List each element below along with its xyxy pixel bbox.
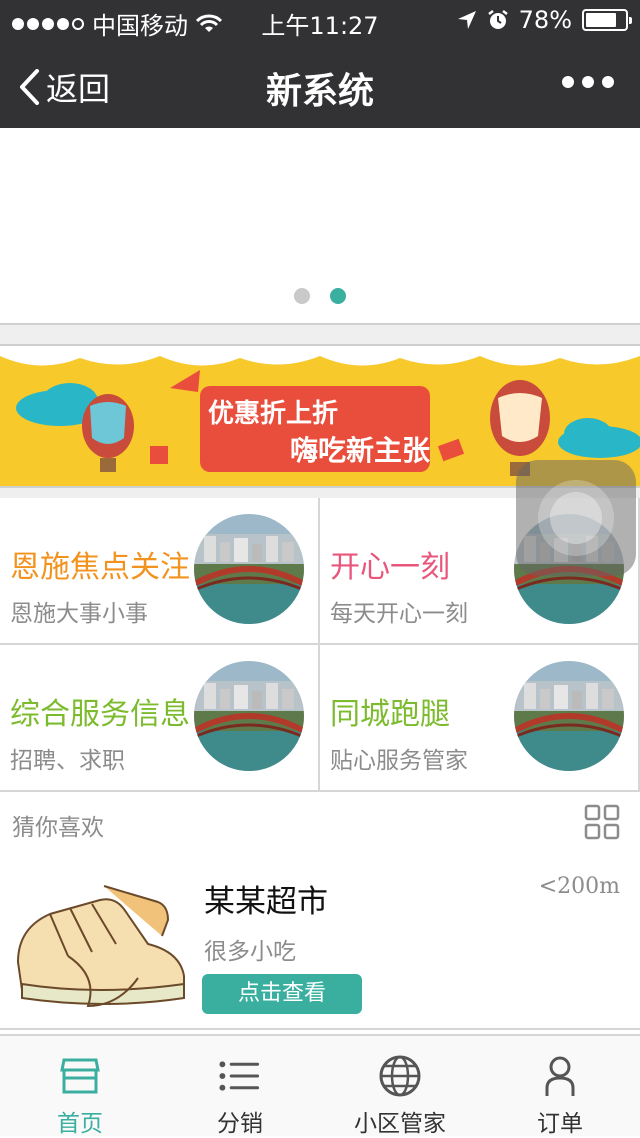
- page-title: 新系统: [265, 71, 374, 112]
- status-right: 78%: [457, 6, 632, 34]
- item-name: 某某超市: [204, 884, 328, 920]
- divider: [0, 323, 640, 346]
- status-bar: 中国移动 上午11:27 78%: [0, 0, 640, 40]
- item-description: 很多小吃: [204, 939, 296, 965]
- category-title: 开心一刻: [330, 550, 450, 585]
- nav-bar: 返回 新系统: [0, 40, 640, 128]
- battery-icon: [582, 9, 632, 31]
- banner-text-1: 优惠折上折: [208, 399, 338, 429]
- list-icon: [218, 1054, 262, 1098]
- tab-2[interactable]: 小区管家: [320, 1036, 480, 1138]
- category-thumbnail: [194, 514, 304, 624]
- category-subtitle: 贴心服务管家: [330, 748, 468, 774]
- tab-label: 首页: [57, 1111, 103, 1137]
- grid-view-icon[interactable]: [584, 804, 620, 840]
- category-card-0[interactable]: 恩施焦点关注恩施大事小事: [0, 498, 320, 645]
- user-icon: [538, 1054, 582, 1098]
- recommend-label: 猜你喜欢: [12, 815, 104, 841]
- tab-3[interactable]: 订单: [480, 1036, 640, 1138]
- shoe-image: [16, 885, 185, 1008]
- view-button[interactable]: 点击查看: [202, 974, 362, 1014]
- carousel[interactable]: [0, 128, 640, 323]
- carousel-pager: [0, 288, 640, 304]
- pager-dot-active[interactable]: [330, 288, 346, 304]
- category-card-2[interactable]: 综合服务信息招聘、求职: [0, 645, 320, 792]
- category-card-3[interactable]: 同城跑腿贴心服务管家: [320, 645, 640, 792]
- floating-assistive-button[interactable]: [516, 460, 636, 576]
- item-distance: <200m: [538, 874, 620, 899]
- banner-text-2: 嗨吃新主张: [290, 434, 430, 467]
- category-subtitle: 招聘、求职: [10, 748, 125, 774]
- tab-label: 分销: [217, 1111, 263, 1137]
- tab-0[interactable]: 首页: [0, 1036, 160, 1138]
- tab-1[interactable]: 分销: [160, 1036, 320, 1138]
- category-subtitle: 恩施大事小事: [10, 601, 148, 627]
- category-title: 同城跑腿: [330, 697, 450, 732]
- category-title: 恩施焦点关注: [10, 550, 190, 585]
- alarm-icon: [487, 10, 508, 29]
- recommend-header: 猜你喜欢: [0, 792, 640, 852]
- category-subtitle: 每天开心一刻: [330, 601, 468, 627]
- category-title: 综合服务信息: [10, 697, 190, 732]
- ellipsis-icon[interactable]: [562, 76, 614, 88]
- pager-dot[interactable]: [294, 288, 310, 304]
- battery-percent: 78%: [518, 6, 572, 34]
- store-icon: [58, 1054, 102, 1098]
- tab-label: 订单: [537, 1111, 583, 1137]
- tab-bar: 首页 分销 小区管家 订单: [0, 1034, 640, 1138]
- globe-icon: [378, 1054, 422, 1098]
- list-item[interactable]: 某某超市 很多小吃 <200m 点击查看: [0, 852, 640, 1030]
- tab-label: 小区管家: [354, 1111, 446, 1137]
- location-arrow-icon: [457, 11, 476, 29]
- category-thumbnail: [514, 661, 624, 771]
- category-thumbnail: [194, 661, 304, 771]
